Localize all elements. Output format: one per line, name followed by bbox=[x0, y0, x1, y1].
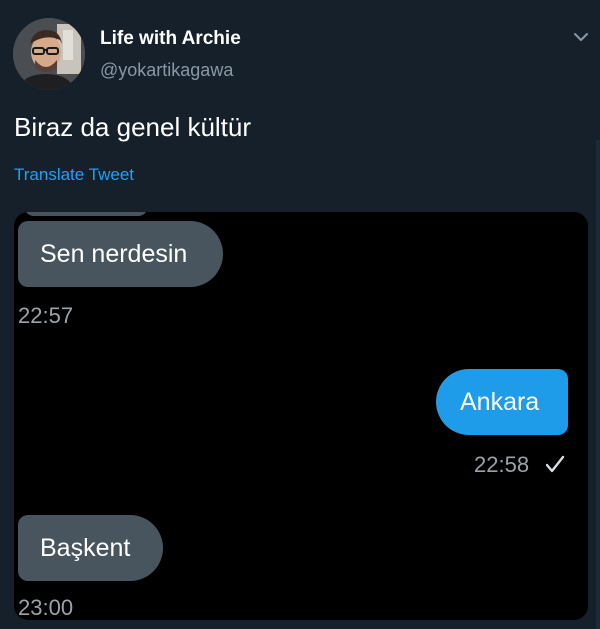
scrollbar[interactable] bbox=[596, 140, 600, 629]
translate-tweet-link[interactable]: Translate Tweet bbox=[14, 165, 134, 185]
chevron-down-icon[interactable] bbox=[570, 26, 592, 48]
message-time: 22:57 bbox=[18, 303, 74, 328]
display-name[interactable]: Life with Archie bbox=[100, 28, 241, 50]
chat-bubble-outgoing: Ankara bbox=[436, 369, 568, 435]
chat-bubble-incoming: Başkent bbox=[18, 515, 163, 581]
previous-message-bubble bbox=[24, 212, 148, 216]
chat-bubble-incoming: Sen nerdesin bbox=[18, 221, 223, 287]
user-handle[interactable]: @yokartikagawa bbox=[100, 60, 233, 81]
avatar[interactable] bbox=[13, 18, 85, 90]
message-time: 22:58 bbox=[474, 452, 530, 477]
check-icon bbox=[544, 453, 566, 480]
tweet-card: Life with Archie @yokartikagawa Biraz da… bbox=[0, 0, 600, 629]
avatar-photo bbox=[13, 18, 85, 90]
tweet-text: Biraz da genel kültür bbox=[14, 112, 252, 142]
tweet-media-screenshot[interactable]: Sen nerdesin 22:57 Ankara 22:58 Başkent … bbox=[14, 212, 588, 620]
message-time: 23:00 bbox=[18, 595, 74, 620]
